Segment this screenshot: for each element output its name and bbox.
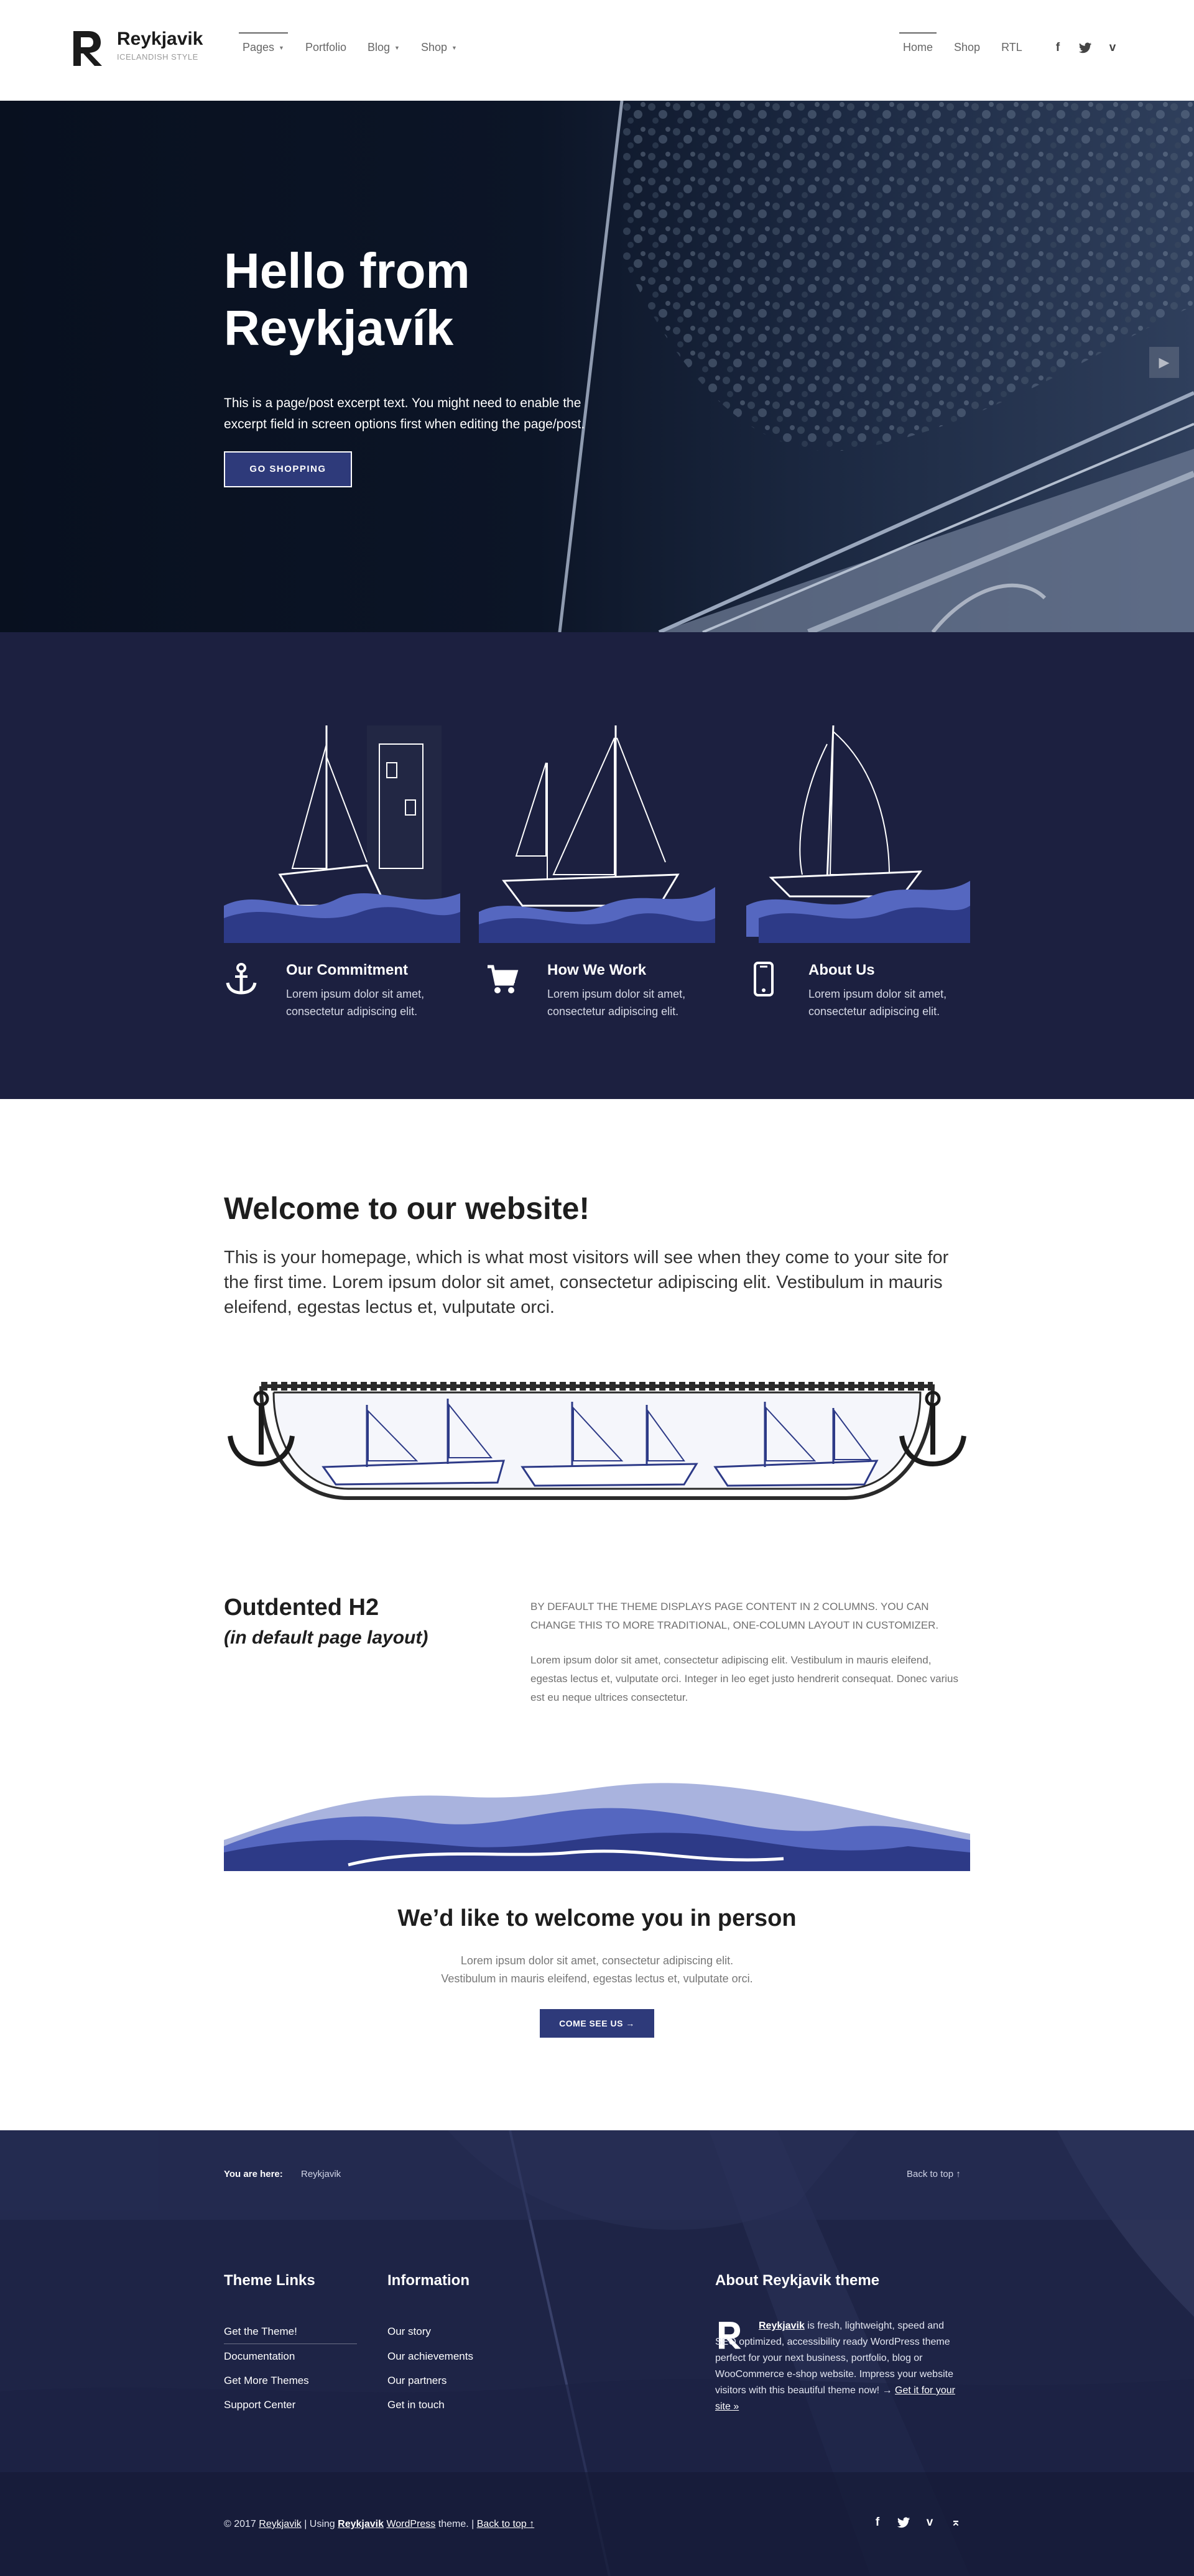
outdented-h2-subtitle: (in default page layout): [224, 1627, 428, 1648]
copyright-sep: | Using: [301, 2519, 338, 2529]
primary-nav: Pages ▼ Portfolio Blog ▼ Shop ▼: [239, 32, 478, 54]
hero-section: Hello from Reykjavík This is a page/post…: [0, 101, 1194, 632]
logo-name: Reykjavik: [117, 29, 203, 49]
site-footer: You are here: Reykjavik Back to top ↑ Th…: [0, 2130, 1194, 2576]
footer-link-get-in-touch[interactable]: Get in touch: [387, 2399, 445, 2411]
header-socials: f v: [1051, 41, 1119, 55]
welcome-title: Welcome to our website!: [224, 1191, 590, 1226]
nav-label: Pages: [243, 41, 275, 53]
nav-item-shop-secondary[interactable]: Shop: [954, 41, 980, 54]
vimeo-icon[interactable]: v: [923, 2516, 937, 2529]
footer-socials: f v ⌅: [871, 2516, 963, 2529]
copyright-prefix: © 2017: [224, 2519, 259, 2529]
welcome-text: This is your homepage, which is what mos…: [224, 1248, 949, 1317]
hero-excerpt: This is a page/post excerpt text. You mi…: [224, 396, 585, 431]
nav-label: Blog: [368, 41, 391, 53]
nav-label: RTL: [1001, 41, 1022, 53]
nav-label: Portfolio: [305, 41, 347, 53]
nav-label: Shop: [420, 41, 448, 53]
about-theme-text: Reykjavik is fresh, lightweight, speed a…: [715, 2318, 964, 2415]
information-title: Information: [387, 2272, 470, 2289]
feature-about-us: About Us Lorem ipsum dolor sit amet, con…: [746, 962, 983, 1020]
caret-down-icon: ▼: [394, 44, 400, 51]
logo-r-icon: [73, 31, 102, 66]
nav-item-rtl[interactable]: RTL: [1001, 41, 1022, 54]
copyright-text: © 2017 Reykjavik | Using Reykjavik WordP…: [224, 2519, 534, 2530]
feature-title: Our Commitment: [286, 962, 409, 978]
nav-item-blog[interactable]: Blog ▼: [368, 41, 400, 54]
site-logo[interactable]: Reykjavik ICELANDISH STYLE: [70, 29, 203, 67]
cart-icon: [488, 965, 519, 993]
footer-link-get-theme[interactable]: Get the Theme!: [224, 2325, 297, 2338]
features-section: Our Commitment Lorem ipsum dolor sit ame…: [0, 632, 1194, 1099]
boat-harbor-illustration: [224, 725, 460, 943]
caret-down-icon: ▼: [279, 44, 284, 51]
copyright-site-link[interactable]: Reykjavik: [259, 2519, 301, 2529]
welcome-in-person-title: We’d like to welcome you in person: [397, 1905, 797, 1931]
about-theme-title: About Reykjavik theme: [715, 2272, 880, 2289]
breadcrumb-label: You are here:: [224, 2169, 283, 2179]
footer-link-support[interactable]: Support Center: [224, 2399, 295, 2411]
footer-link-partners[interactable]: Our partners: [387, 2375, 447, 2387]
feature-title: About Us: [808, 962, 875, 978]
back-to-top-icon[interactable]: ⌅: [949, 2516, 963, 2529]
sailboat-illustration: [479, 725, 715, 943]
breadcrumb-item-home[interactable]: Reykjavik: [301, 2169, 341, 2179]
feature-title: How We Work: [547, 962, 647, 978]
copyright-theme-link[interactable]: Reykjavik: [338, 2519, 384, 2529]
waves-illustration: [224, 1783, 970, 1871]
welcome-in-person-line: Lorem ipsum dolor sit amet, consectetur …: [460, 1954, 734, 1967]
footer-link-our-story[interactable]: Our story: [387, 2325, 431, 2338]
outdented-h2-title: Outdented H2: [224, 1594, 379, 1621]
footer-link-achievements[interactable]: Our achievements: [387, 2350, 473, 2363]
facebook-icon[interactable]: f: [1051, 41, 1065, 55]
footer-link-more-themes[interactable]: Get More Themes: [224, 2375, 309, 2387]
outdented-paragraph: Lorem ipsum dolor sit amet, consectetur …: [530, 1654, 958, 1703]
about-brand-link[interactable]: Reykjavik: [759, 2321, 805, 2331]
feature-our-commitment: Our Commitment Lorem ipsum dolor sit ame…: [224, 962, 460, 1020]
twitter-icon[interactable]: [897, 2516, 910, 2529]
feature-text: Lorem ipsum dolor sit amet, consectetur …: [808, 988, 947, 1018]
breadcrumbs-bar: You are here: Reykjavik Back to top ↑: [0, 2130, 1194, 2220]
logo-tagline: ICELANDISH STYLE: [117, 52, 198, 62]
feature-how-we-work: How We Work Lorem ipsum dolor sit amet, …: [485, 962, 721, 1020]
ships-rope-banner-illustration: [228, 1382, 966, 1500]
feature-text: Lorem ipsum dolor sit amet, consectetur …: [547, 988, 686, 1018]
small-sailboat-illustration: [746, 725, 970, 943]
welcome-in-person-text: Lorem ipsum dolor sit amet, consectetur …: [224, 1952, 970, 1988]
theme-links-title: Theme Links: [224, 2272, 315, 2289]
secondary-nav: Home Shop RTL: [899, 32, 1044, 54]
copyright-wordpress-link[interactable]: WordPress: [386, 2519, 435, 2529]
twitter-icon[interactable]: [1078, 41, 1092, 55]
welcome-in-person-line: Vestibulum in mauris eleifend, egestas l…: [441, 1972, 753, 1985]
back-to-top-link[interactable]: Back to top ↑: [907, 2169, 961, 2179]
nav-item-portfolio[interactable]: Portfolio: [305, 41, 346, 54]
anchor-icon: [226, 963, 257, 995]
facebook-icon[interactable]: f: [871, 2516, 884, 2529]
columns-note-text: By default the theme displays page conte…: [530, 1601, 939, 1631]
nav-item-pages[interactable]: Pages ▼: [239, 32, 288, 54]
go-shopping-button[interactable]: GO SHOPPING: [224, 451, 352, 487]
nav-item-home[interactable]: Home: [899, 32, 937, 54]
nav-label: Shop: [954, 41, 981, 53]
site-header: Reykjavik ICELANDISH STYLE Pages ▼ Portf…: [0, 0, 1194, 101]
hero-title: Hello from Reykjavík: [224, 243, 470, 356]
play-icon[interactable]: ▶: [1149, 347, 1179, 378]
footer-bottom-bar: [0, 2472, 1194, 2576]
caret-down-icon: ▼: [451, 44, 457, 51]
come-see-us-button[interactable]: COME SEE US →: [540, 2009, 654, 2038]
about-description: is fresh, lightweight, speed and SEO opt…: [715, 2321, 953, 2396]
vimeo-icon[interactable]: v: [1106, 41, 1119, 55]
phone-icon: [754, 962, 774, 996]
copyright-back-to-top-link[interactable]: Back to top ↑: [477, 2519, 535, 2529]
nav-label: Home: [903, 41, 933, 53]
nav-item-shop[interactable]: Shop ▼: [421, 41, 457, 54]
hero-boat-image: [0, 101, 1194, 632]
footer-link-documentation[interactable]: Documentation: [224, 2350, 295, 2363]
feature-text: Lorem ipsum dolor sit amet, consectetur …: [286, 988, 425, 1018]
copyright-sep: theme. |: [435, 2519, 477, 2529]
